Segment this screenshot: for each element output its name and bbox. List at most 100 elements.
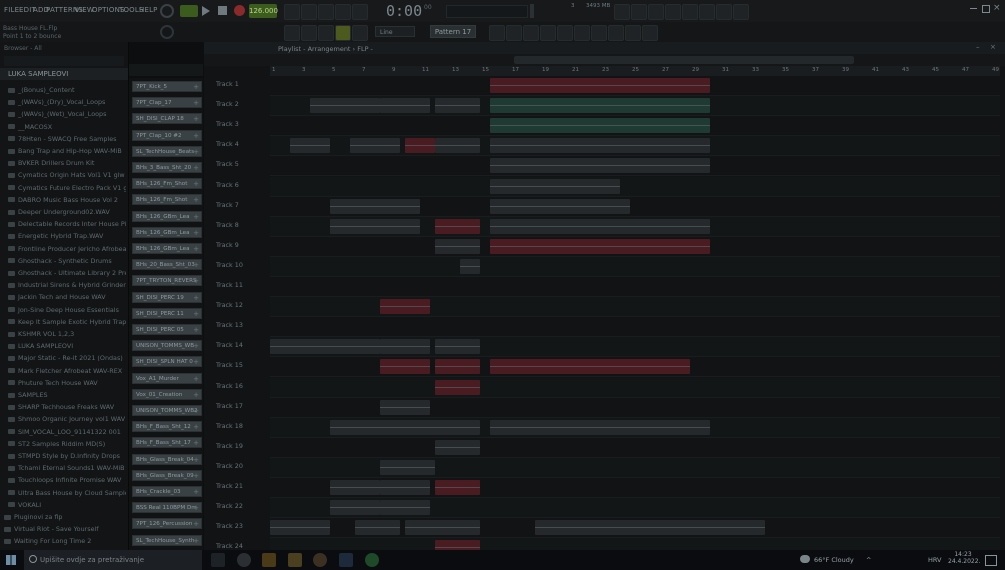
pattern-clip[interactable]: [435, 339, 480, 355]
pattern-clip[interactable]: [330, 198, 420, 214]
pattern-clip[interactable]: [350, 138, 400, 154]
spotify-icon[interactable]: [365, 553, 379, 567]
browser-item[interactable]: Ultra Bass House by Cloud Sample: [8, 489, 126, 501]
channel-button[interactable]: BSS Real 110BPM Dm: [132, 502, 202, 514]
track-label[interactable]: Track 8: [216, 221, 239, 229]
stop-icon[interactable]: [218, 6, 227, 15]
track-lane[interactable]: [270, 498, 1000, 519]
pattern-clip[interactable]: [405, 520, 480, 536]
playlist-minimize-icon[interactable]: –: [976, 43, 980, 51]
channel-button[interactable]: UNISON_TOMMS_WB: [132, 340, 202, 352]
track-lane[interactable]: [270, 76, 1000, 96]
playlist-scrollbar[interactable]: [514, 56, 854, 64]
plugin-picker-icon[interactable]: [631, 4, 647, 20]
browser-item[interactable]: _(WAVs)_(Dry)_Vocal_Loops: [8, 98, 126, 110]
track-lane[interactable]: [270, 317, 1000, 338]
channel-button[interactable]: 7PT_126_Percussion: [132, 518, 202, 530]
channel-button[interactable]: SL_TechHouse_Synth: [132, 534, 202, 546]
pattern-clip[interactable]: [435, 98, 480, 114]
pat-song-toggle[interactable]: [180, 5, 198, 17]
channel-button[interactable]: SH_DISI_CLAP 18: [132, 113, 202, 125]
step-edit-icon[interactable]: [335, 4, 351, 20]
help-icon[interactable]: [625, 25, 641, 41]
track-label[interactable]: Track 14: [216, 341, 243, 349]
browser-item[interactable]: Bang Trap and Hip-Hop WAV-MiB: [8, 147, 126, 159]
track-label[interactable]: Track 16: [216, 382, 243, 390]
track-label[interactable]: Track 13: [216, 321, 243, 329]
browser-item[interactable]: Deeper Underground02.WAV: [8, 208, 126, 220]
browser-item[interactable]: DABRO Music Bass House Vol 2: [8, 196, 126, 208]
pattern-clip[interactable]: [490, 78, 710, 93]
browser-item[interactable]: Virtual Riot - Save Yourself: [4, 525, 122, 537]
browser-item[interactable]: Mark Fletcher Afrobeat WAV-REX: [8, 367, 126, 379]
news-icon[interactable]: [733, 4, 749, 20]
track-lane[interactable]: [270, 357, 1000, 378]
pattern-clip[interactable]: [380, 500, 430, 516]
channel-button[interactable]: BHs_Crackle_03: [132, 486, 202, 497]
track-lane[interactable]: [270, 417, 1000, 438]
playlist-icon[interactable]: [489, 25, 505, 41]
browser-root[interactable]: LUKA SAMPLEOVI: [0, 68, 128, 80]
pattern-clip[interactable]: [490, 419, 710, 435]
metronome-icon[interactable]: [284, 4, 300, 20]
track-lane[interactable]: [270, 398, 1000, 418]
pattern-clip[interactable]: [435, 238, 480, 254]
channel-rack-icon[interactable]: [506, 25, 522, 41]
pattern-clip[interactable]: [490, 218, 710, 234]
track-label[interactable]: Track 5: [216, 160, 239, 168]
menu-file[interactable]: FILE: [4, 6, 19, 14]
browser-icon[interactable]: [540, 25, 556, 41]
track-label[interactable]: Track 12: [216, 301, 243, 309]
pattern-clip[interactable]: [490, 238, 710, 254]
project-info-icon[interactable]: [608, 25, 624, 41]
browser-item[interactable]: SAMPLES: [8, 391, 126, 403]
pattern-selector[interactable]: Pattern 17: [430, 25, 476, 38]
track-label[interactable]: Track 10: [216, 261, 243, 269]
pattern-clip[interactable]: [380, 98, 430, 114]
browser-item[interactable]: STMPD Style by D.Infinity Drops: [8, 452, 126, 464]
track-lane[interactable]: [270, 277, 1000, 297]
mixer-icon[interactable]: [523, 25, 539, 41]
channel-button[interactable]: SH_DISI_PERC 05: [132, 324, 202, 335]
pattern-clip[interactable]: [435, 138, 480, 154]
minimize-icon[interactable]: [970, 8, 977, 9]
snap-icon[interactable]: [352, 25, 368, 41]
browser-item[interactable]: 78Hten - SWACQ Free Samples: [8, 135, 126, 147]
tray-chevron-icon[interactable]: ^: [866, 556, 871, 564]
channel-button[interactable]: SH_DISI_SPLN HAT 0: [132, 356, 202, 368]
vscode-icon[interactable]: [339, 553, 353, 567]
channel-button[interactable]: BHs_126_GBm_Lea: [132, 210, 202, 222]
pattern-clip[interactable]: [435, 359, 480, 375]
mic-icon[interactable]: [648, 4, 664, 20]
play-icon[interactable]: [202, 6, 210, 16]
channel-button[interactable]: BHs_126_Fm_Shot: [132, 178, 202, 190]
channel-button[interactable]: BHs_3_Bass_Sht_20: [132, 162, 202, 173]
pattern-clip[interactable]: [330, 480, 380, 495]
browser-item[interactable]: __MACOSX: [8, 123, 126, 135]
pattern-clip[interactable]: [270, 520, 330, 536]
wait-record-icon[interactable]: [301, 4, 317, 20]
pattern-clip[interactable]: [380, 359, 430, 375]
pattern-clip[interactable]: [490, 138, 710, 154]
track-lane[interactable]: [270, 297, 1000, 318]
channel-button[interactable]: BHs_Glass_Break_09: [132, 469, 202, 481]
track-lane[interactable]: [270, 156, 1000, 177]
browser-item[interactable]: Ghosthack - Synthetic Drums: [8, 257, 126, 269]
tempo-display[interactable]: 126.000: [249, 4, 278, 18]
pattern-clip[interactable]: [435, 218, 480, 234]
track-label[interactable]: Track 4: [216, 140, 239, 148]
track-label[interactable]: Track 17: [216, 402, 243, 410]
track-label[interactable]: Track 7: [216, 201, 239, 209]
browser-item[interactable]: ST2 Samples Riddim MD(S): [8, 440, 126, 452]
track-lane[interactable]: [270, 256, 1000, 277]
clock[interactable]: 14:23 24.4.2022.: [948, 551, 980, 565]
channel-button[interactable]: SL_TechHouse_Beats: [132, 145, 202, 157]
pattern-clip[interactable]: [490, 98, 710, 114]
track-label[interactable]: Track 22: [216, 502, 243, 510]
track-label[interactable]: Track 1: [216, 80, 239, 88]
channel-button[interactable]: Vox_01_Creation: [132, 388, 202, 400]
maximize-icon[interactable]: [982, 5, 990, 13]
snap-selector[interactable]: Line: [375, 26, 415, 37]
pattern-clip[interactable]: [310, 98, 380, 114]
master-volume-knob[interactable]: [160, 4, 174, 18]
